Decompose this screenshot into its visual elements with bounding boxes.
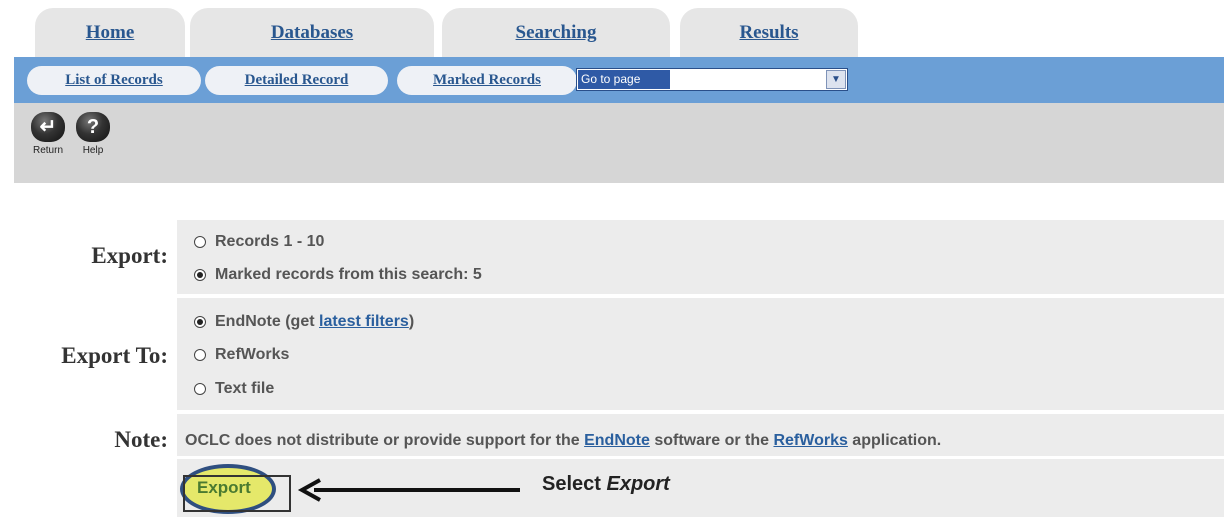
text-file-radio[interactable] — [194, 383, 206, 395]
refworks-radio[interactable] — [194, 349, 206, 361]
marked-records-button[interactable]: Marked Records — [397, 66, 577, 95]
tab-home[interactable]: Home — [35, 8, 185, 58]
annotation-select: Select — [542, 473, 607, 495]
select-export-annotation: Select Export — [542, 473, 670, 496]
records-range-option[interactable]: Records 1 - 10 — [194, 233, 324, 251]
endnote-prefix: EndNote (get — [215, 313, 319, 330]
help-button[interactable]: ? Help — [68, 112, 118, 156]
endnote-option[interactable]: EndNote (get latest filters) — [194, 313, 414, 331]
tab-databases-label[interactable]: Databases — [271, 22, 353, 58]
export-to-label: Export To: — [61, 343, 168, 368]
refworks-text: RefWorks — [215, 346, 290, 363]
detailed-record-button[interactable]: Detailed Record — [205, 66, 388, 95]
tab-databases[interactable]: Databases — [190, 8, 434, 58]
latest-filters-link[interactable]: latest filters — [319, 313, 409, 331]
annotation-export: Export — [606, 473, 670, 495]
marked-records-option[interactable]: Marked records from this search: 5 — [194, 266, 482, 284]
list-of-records-label[interactable]: List of Records — [65, 72, 163, 89]
export-button-label[interactable]: Export — [197, 478, 251, 498]
list-of-records-button[interactable]: List of Records — [27, 66, 201, 95]
chevron-down-icon[interactable]: ▼ — [826, 70, 846, 89]
return-icon: ↵ — [31, 112, 65, 142]
go-to-page-value: Go to page — [578, 70, 670, 89]
endnote-suffix: ) — [408, 313, 415, 330]
text-file-option[interactable]: Text file — [194, 380, 274, 398]
marked-records-label[interactable]: Marked Records — [433, 72, 541, 89]
tab-home-label[interactable]: Home — [86, 22, 135, 58]
refworks-link[interactable]: RefWorks — [773, 432, 847, 449]
go-to-page-select[interactable]: Go to page ▼ — [576, 68, 848, 91]
main-tabs: Home Databases Searching Results — [0, 0, 1224, 58]
note-part3: application. — [847, 432, 942, 449]
note-text: OCLC does not distribute or provide supp… — [185, 432, 941, 450]
help-label: Help — [82, 145, 104, 156]
endnote-link[interactable]: EndNote — [584, 432, 650, 449]
detailed-record-label[interactable]: Detailed Record — [245, 72, 349, 89]
marked-records-text: Marked records from this search: 5 — [215, 266, 482, 283]
help-icon: ? — [76, 112, 110, 142]
endnote-radio[interactable] — [194, 316, 206, 328]
records-range-radio[interactable] — [194, 236, 206, 248]
tab-results[interactable]: Results — [680, 8, 858, 58]
tab-results-label[interactable]: Results — [739, 22, 798, 58]
note-part1: OCLC does not distribute or provide supp… — [185, 432, 585, 449]
marked-records-radio[interactable] — [194, 269, 206, 281]
export-label: Export: — [91, 243, 168, 268]
toolbar: ↵ Return ? Help — [14, 103, 1224, 183]
tab-searching[interactable]: Searching — [442, 8, 670, 58]
text-file-text: Text file — [215, 380, 275, 397]
note-part2: software or the — [649, 432, 774, 449]
note-label: Note: — [114, 427, 168, 452]
return-label: Return — [32, 145, 63, 156]
refworks-option[interactable]: RefWorks — [194, 346, 289, 364]
records-range-text: Records 1 - 10 — [215, 233, 325, 250]
tab-searching-label[interactable]: Searching — [516, 22, 597, 58]
return-button[interactable]: ↵ Return — [23, 112, 73, 156]
arrow-left-icon — [297, 478, 520, 502]
